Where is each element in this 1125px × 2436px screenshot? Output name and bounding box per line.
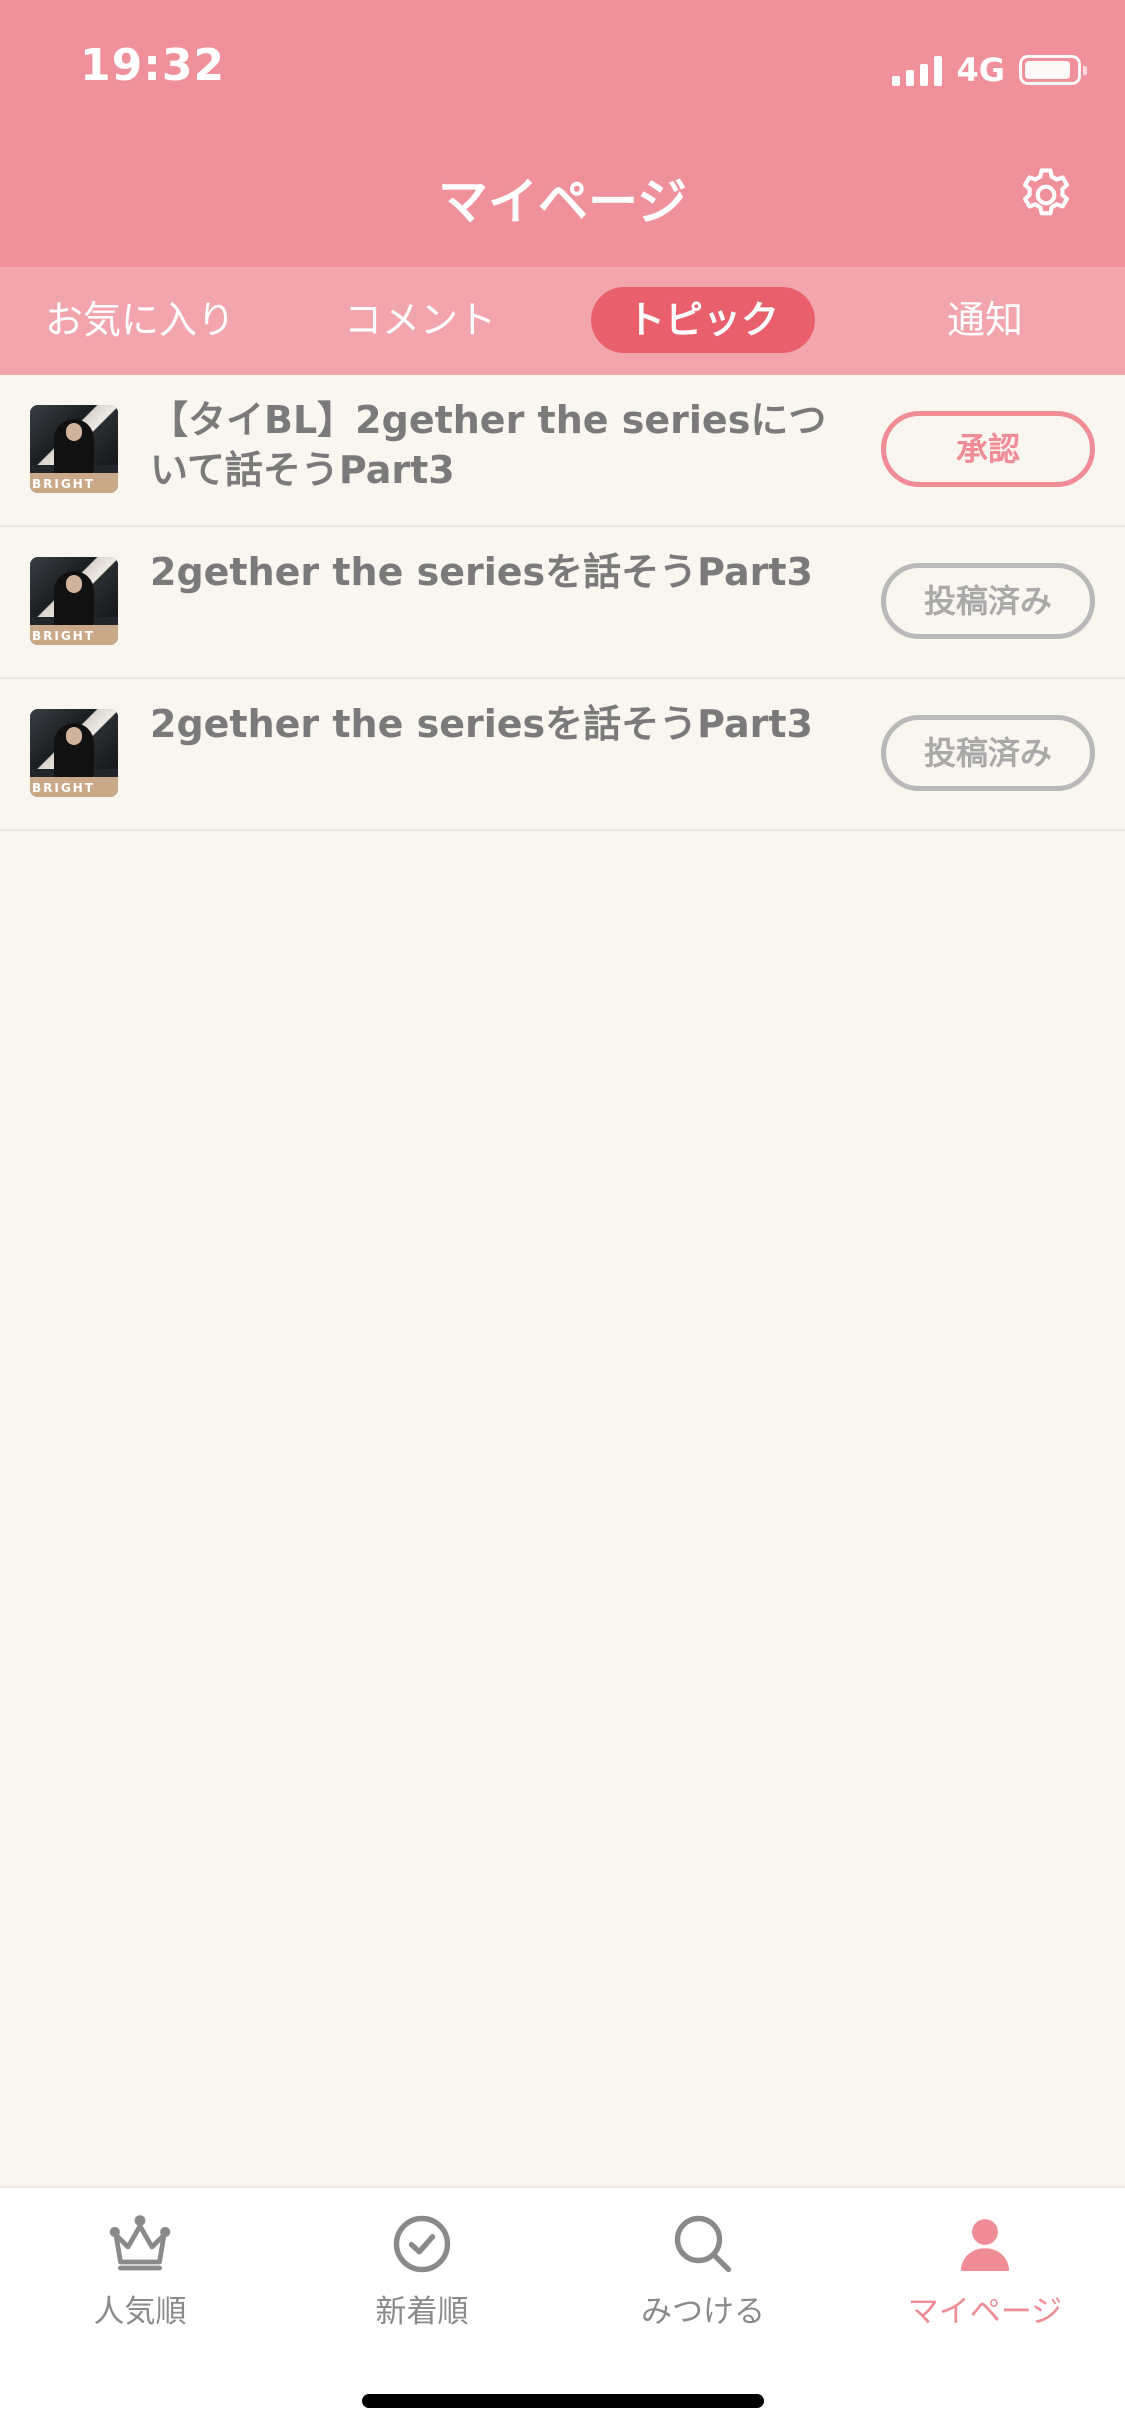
tab-bar: お気に入り コメント トピック 通知: [0, 267, 1125, 375]
clock-icon: [393, 2215, 451, 2273]
tab-notifications[interactable]: 通知: [890, 287, 1080, 353]
topic-row[interactable]: BRIGHT 【タイBL】2gether the seriesについて話そうPa…: [0, 375, 1125, 527]
topic-list: BRIGHT 【タイBL】2gether the seriesについて話そうPa…: [0, 375, 1125, 831]
gear-icon: [1023, 168, 1069, 216]
nav-label: マイページ: [907, 2294, 1063, 2330]
header: 19:32 4G マイページ: [0, 0, 1125, 267]
tab-topics[interactable]: トピック: [591, 287, 815, 353]
topic-row[interactable]: BRIGHT 2gether the seriesを話そうPart3 投稿済み: [0, 527, 1125, 679]
status-time: 19:32: [80, 40, 226, 91]
page-title: マイページ: [438, 173, 687, 231]
topic-title: 2gether the seriesを話そうPart3: [150, 550, 813, 594]
person-icon: [961, 2219, 1009, 2271]
topic-title: 2gether the seriesを話そうPart3: [150, 702, 813, 746]
nav-popular[interactable]: 人気順: [20, 2208, 260, 2331]
tab-comments[interactable]: コメント: [320, 287, 520, 353]
approve-button[interactable]: 承認: [881, 411, 1095, 487]
search-icon: [674, 2215, 732, 2273]
nav-mypage[interactable]: マイページ: [865, 2208, 1105, 2331]
posted-status-badge[interactable]: 投稿済み: [881, 563, 1095, 639]
nav-label: 新着順: [375, 2294, 469, 2330]
thumbnail-caption: BRIGHT: [32, 781, 95, 795]
screen: 19:32 4G マイページ お気に入り コメント トピック 通知 BRIGHT…: [0, 0, 1125, 2436]
topic-thumbnail: BRIGHT: [30, 405, 118, 493]
home-indicator[interactable]: [362, 2394, 764, 2408]
nav-label: みつける: [641, 2294, 765, 2330]
topic-thumbnail: BRIGHT: [30, 557, 118, 645]
topic-row[interactable]: BRIGHT 2gether the seriesを話そうPart3 投稿済み: [0, 679, 1125, 831]
network-label: 4G: [956, 51, 1005, 89]
nav-discover[interactable]: みつける: [583, 2208, 823, 2331]
topic-title: 【タイBL】2gether the seriesについて話そうPart3: [150, 398, 827, 492]
topic-thumbnail: BRIGHT: [30, 709, 118, 797]
status-indicators: 4G: [892, 50, 1087, 90]
nav-label: 人気順: [93, 2294, 187, 2330]
tab-favorites[interactable]: お気に入り: [30, 287, 250, 353]
nav-newest[interactable]: 新着順: [302, 2208, 542, 2331]
signal-icon: [892, 54, 943, 86]
thumbnail-caption: BRIGHT: [32, 477, 95, 491]
thumbnail-caption: BRIGHT: [32, 629, 95, 643]
battery-icon: [1019, 55, 1087, 85]
posted-status-badge[interactable]: 投稿済み: [881, 715, 1095, 791]
crown-icon: [109, 2215, 171, 2271]
settings-button[interactable]: [1011, 160, 1081, 230]
